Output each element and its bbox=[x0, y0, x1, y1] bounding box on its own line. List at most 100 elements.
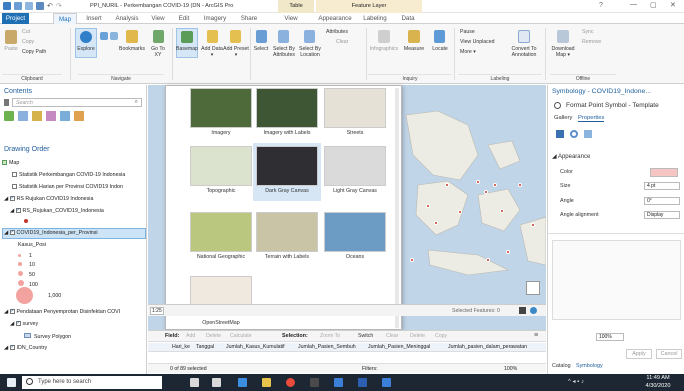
task-view-icon[interactable] bbox=[212, 378, 221, 387]
map-navigator-icon[interactable] bbox=[526, 281, 540, 295]
tab-labeling[interactable]: Labeling bbox=[360, 13, 390, 24]
basemap-imagery-labels-thumbnail[interactable] bbox=[256, 88, 318, 128]
add-preset-button[interactable]: Add Preset ▾ bbox=[223, 46, 249, 58]
basemap-terrain-thumbnail[interactable] bbox=[256, 212, 318, 252]
refresh-icon[interactable] bbox=[530, 307, 537, 314]
visibility-checkbox[interactable] bbox=[9, 196, 15, 201]
list-by-snapping-icon[interactable] bbox=[60, 111, 70, 121]
more-labeling-button[interactable]: More ▾ bbox=[460, 49, 500, 55]
new-project-icon[interactable] bbox=[14, 2, 22, 10]
tab-analysis[interactable]: Analysis bbox=[112, 13, 142, 24]
preview-zoom[interactable]: 100% bbox=[596, 333, 624, 341]
delete-button[interactable]: Delete bbox=[410, 333, 425, 339]
visibility-checkbox[interactable] bbox=[9, 345, 15, 350]
cancel-button[interactable]: Cancel bbox=[656, 349, 682, 359]
pause-labels-button[interactable]: Pause bbox=[460, 29, 500, 35]
visibility-checkbox[interactable] bbox=[15, 321, 21, 326]
tree-layer-statistik-harian[interactable]: Statistik Harian per Provinsi COVID19 In… bbox=[12, 184, 123, 190]
clock-time[interactable]: 11:49 AM bbox=[640, 375, 676, 381]
basemap-button[interactable]: Basemap bbox=[175, 46, 199, 52]
tab-insert[interactable]: Insert bbox=[82, 13, 106, 24]
add-data-icon[interactable] bbox=[207, 30, 218, 43]
locate-button[interactable]: Locate bbox=[428, 46, 452, 52]
tab-map[interactable]: Map bbox=[53, 13, 77, 24]
basemap-dark-gray-thumbnail[interactable] bbox=[256, 146, 318, 186]
select-by-attributes-button[interactable]: Select By Attributes bbox=[270, 46, 298, 58]
tab-table-view[interactable]: View bbox=[280, 13, 302, 24]
tree-layer-covid-provinsi[interactable]: ◢ COVID19_Indonesia_per_Provinsi bbox=[4, 230, 98, 236]
list-by-labeling-icon[interactable] bbox=[74, 111, 84, 121]
color-picker[interactable] bbox=[650, 168, 678, 177]
redo-icon[interactable]: ↷ bbox=[56, 2, 62, 10]
infographics-button[interactable]: Infographics bbox=[368, 46, 400, 52]
zoom-to-button[interactable]: Zoom To bbox=[320, 333, 340, 339]
point-symbol-icon[interactable] bbox=[24, 219, 28, 223]
symbol-structure-icon[interactable] bbox=[584, 130, 592, 138]
tree-layer-rs-rujukan[interactable]: ◢ RS_Rujukan_COVID19_Indonesia bbox=[10, 208, 104, 214]
select-by-attributes-icon[interactable] bbox=[278, 30, 289, 43]
list-by-selection-icon[interactable] bbox=[32, 111, 42, 121]
column-header[interactable]: Jumlah_Pasien_Sembuh bbox=[298, 344, 356, 350]
edge-icon[interactable] bbox=[238, 378, 247, 387]
angle-field[interactable]: 0° bbox=[644, 197, 680, 205]
basemap-imagery-thumbnail[interactable] bbox=[190, 88, 252, 128]
tab-properties[interactable]: Properties bbox=[578, 115, 605, 122]
column-header[interactable]: Jumlah_pasien_dalam_perawatan bbox=[448, 344, 527, 350]
map-point[interactable] bbox=[445, 183, 449, 187]
list-by-editing-icon[interactable] bbox=[46, 111, 56, 121]
map-point[interactable] bbox=[434, 221, 438, 225]
file-explorer-icon[interactable] bbox=[262, 378, 271, 387]
paste-icon[interactable] bbox=[5, 30, 17, 44]
maximize-button[interactable]: ▢ bbox=[650, 1, 657, 9]
download-map-icon[interactable] bbox=[557, 30, 569, 43]
pause-drawing-icon[interactable] bbox=[519, 307, 526, 314]
tree-layer-rs-rujukan-group[interactable]: ◢ RS Rujukan COVID19 Indonesia bbox=[4, 196, 93, 202]
delete-field-button[interactable]: Delete bbox=[206, 333, 221, 339]
select-by-location-button[interactable]: Select By Location bbox=[296, 46, 324, 58]
map-point[interactable] bbox=[458, 210, 462, 214]
map-point[interactable] bbox=[500, 209, 504, 213]
visibility-checkbox[interactable] bbox=[9, 309, 15, 314]
basemap-light-gray-thumbnail[interactable] bbox=[324, 146, 386, 186]
locate-icon[interactable] bbox=[434, 30, 445, 43]
goto-xy-icon[interactable] bbox=[153, 30, 164, 43]
angle-alignment-select[interactable]: Display bbox=[644, 211, 680, 219]
explore-icon[interactable] bbox=[80, 31, 92, 43]
open-icon[interactable] bbox=[25, 2, 33, 10]
tree-layer-survey-polygon[interactable]: Survey Polygon bbox=[24, 333, 71, 340]
column-header[interactable]: Jumlah_Pasien_Meninggal bbox=[368, 344, 430, 350]
basemap-natgeo-thumbnail[interactable] bbox=[190, 212, 252, 252]
scale-box[interactable]: 1:25 bbox=[150, 307, 164, 315]
visibility-checkbox[interactable] bbox=[15, 208, 21, 213]
taskbar-search-input[interactable]: Type here to search bbox=[22, 376, 162, 389]
legend-class-1[interactable]: 1 bbox=[18, 253, 32, 259]
copy-button[interactable]: Copy bbox=[22, 39, 48, 45]
tab-catalog[interactable]: Catalog bbox=[552, 363, 571, 369]
tree-map[interactable]: Map bbox=[2, 160, 19, 166]
photos-icon[interactable] bbox=[382, 378, 391, 387]
tab-project[interactable]: Project bbox=[2, 13, 29, 24]
clear-selection-button[interactable]: Clear bbox=[336, 39, 366, 45]
select-by-location-icon[interactable] bbox=[304, 30, 315, 43]
convert-annotation-icon[interactable] bbox=[518, 30, 530, 43]
bookmarks-button[interactable]: Bookmarks bbox=[118, 46, 146, 52]
basemap-topographic-thumbnail[interactable] bbox=[190, 146, 252, 186]
table-zoom[interactable]: 100% bbox=[504, 366, 517, 372]
basemap-streets-thumbnail[interactable] bbox=[324, 88, 386, 128]
media-app-icon[interactable] bbox=[310, 378, 319, 387]
map-point[interactable] bbox=[486, 258, 490, 262]
basemap-icon[interactable] bbox=[181, 31, 193, 43]
map-point[interactable] bbox=[476, 180, 480, 184]
add-field-button[interactable]: Add bbox=[186, 333, 195, 339]
clock-date[interactable]: 4/30/2020 bbox=[640, 383, 676, 389]
tree-layer-idn-country[interactable]: ◢ IDN_Country bbox=[4, 345, 47, 351]
column-header[interactable]: Jumlah_Kasus_Kumulatif bbox=[226, 344, 285, 350]
legend-class-50[interactable]: 50 bbox=[18, 271, 35, 278]
undo-icon[interactable]: ↶ bbox=[47, 2, 53, 10]
tray-icons[interactable]: ^ ◂ ▪ ♪ bbox=[568, 378, 584, 385]
map-point[interactable] bbox=[426, 204, 430, 208]
tab-imagery[interactable]: Imagery bbox=[199, 13, 231, 24]
map-point[interactable] bbox=[506, 250, 510, 254]
list-by-drawing-order-icon[interactable] bbox=[4, 111, 14, 121]
calculate-field-button[interactable]: Calculate bbox=[230, 333, 252, 339]
